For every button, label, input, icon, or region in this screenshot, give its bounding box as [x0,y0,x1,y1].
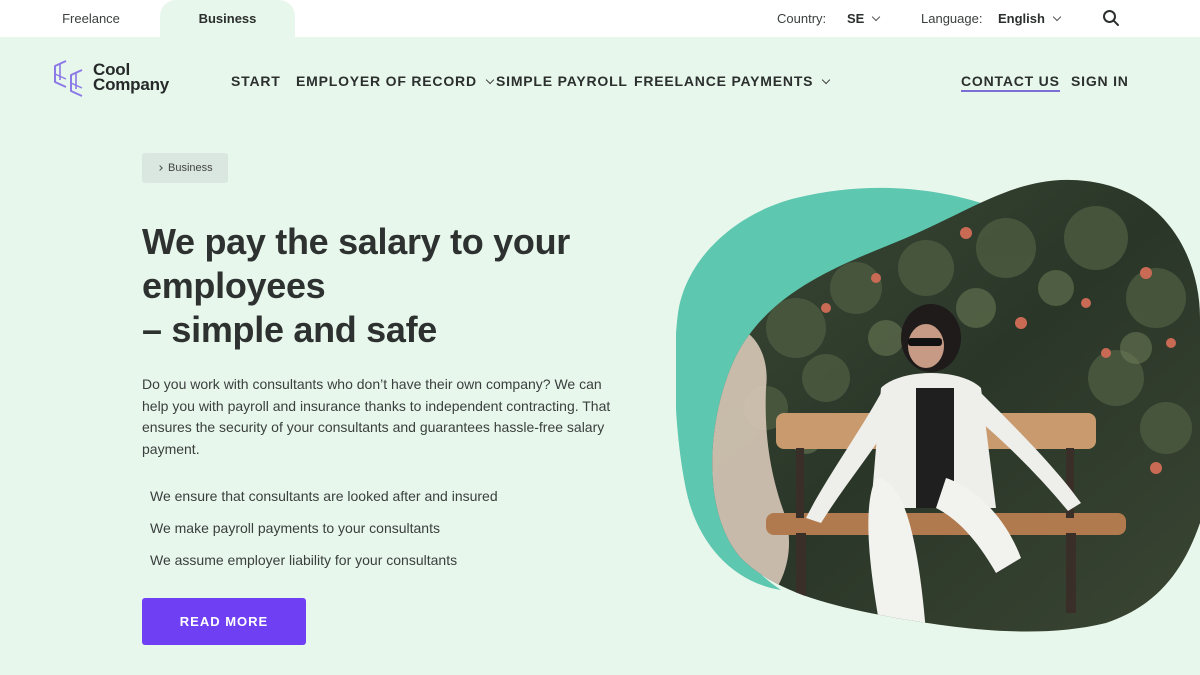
hero-image [676,179,1200,632]
hero-title-line: – simple and safe [142,309,438,350]
top-utility-bar: Freelance Business Country: SE Language:… [0,0,1200,37]
list-item: We ensure that consultants are looked af… [150,488,498,504]
nav-item-label: FREELANCE PAYMENTS [634,73,814,89]
sign-in-link[interactable]: SIGN IN [1071,70,1129,92]
segment-tab-business[interactable]: Business [160,0,295,37]
language-selector[interactable]: English [998,0,1062,37]
hero-title: We pay the salary to your employees – si… [142,220,662,352]
nav-item-freelance-payments[interactable]: FREELANCE PAYMENTS [634,70,831,92]
breadcrumb[interactable]: Business [142,153,228,183]
chevron-down-icon [1052,12,1062,22]
nav-item-start[interactable]: START [231,70,281,92]
nav-item-employer-of-record[interactable]: EMPLOYER OF RECORD [296,70,495,92]
logo-mark-icon [54,60,83,97]
hero-title-line: employees [142,265,326,306]
country-selector[interactable]: SE [847,0,881,37]
segment-tab-freelance[interactable]: Freelance [30,0,152,37]
list-item: We make payroll payments to your consult… [150,520,440,536]
breadcrumb-label: Business [168,162,213,174]
cool-company-logo[interactable]: Cool Company [52,58,192,98]
nav-item-label: EMPLOYER OF RECORD [296,73,477,89]
hero-description: Do you work with consultants who don’t h… [142,376,611,457]
chevron-down-icon [872,12,881,22]
country-value: SE [847,11,865,26]
chevron-right-icon [157,165,163,171]
read-more-button[interactable]: READ MORE [142,598,306,645]
country-label: Country: [777,11,827,26]
nav-item-simple-payroll[interactable]: SIMPLE PAYROLL [496,70,628,92]
language-label: Language: [921,11,983,26]
benefit-list: We ensure that consultants are looked af… [150,480,498,576]
list-item: We assume employer liability for your co… [150,552,458,568]
nav-item-label: START [231,73,281,89]
hero-title-line: We pay the salary to your [142,221,570,262]
chevron-down-icon [485,75,495,85]
chevron-down-icon [822,75,831,85]
logo-text-company: Company [93,75,170,94]
language-value: English [998,11,1045,26]
nav-item-label: SIMPLE PAYROLL [496,73,628,89]
search-icon[interactable] [1102,9,1120,27]
contact-us-link[interactable]: CONTACT US [961,70,1060,92]
